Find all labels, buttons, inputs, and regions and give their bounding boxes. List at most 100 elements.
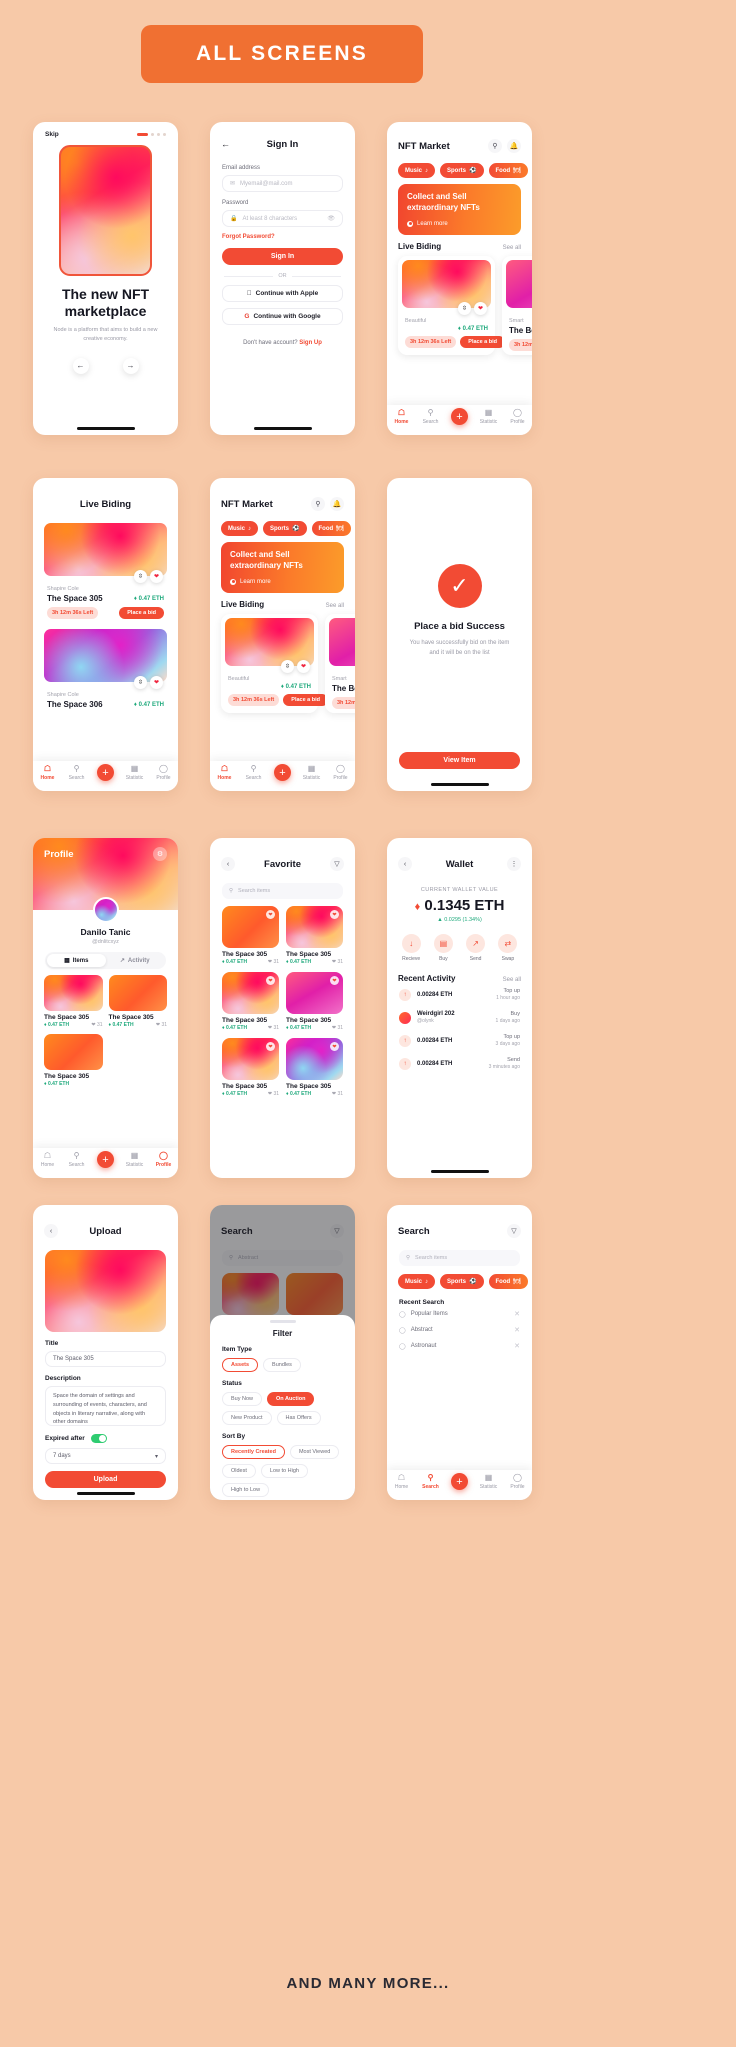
buy-button[interactable]: ▤ Buy xyxy=(433,934,453,962)
upload-preview[interactable] xyxy=(45,1250,166,1332)
promo-banner[interactable]: Collect and Sell extraordinary NFTs Lear… xyxy=(398,184,521,235)
sort-oldest[interactable]: Oldest xyxy=(222,1464,256,1478)
expired-toggle[interactable] xyxy=(90,1434,107,1443)
heart-icon[interactable]: ❤ xyxy=(330,1042,339,1051)
nft-grid-item[interactable]: The Space 305 ♦ 0.47 ETH ❤ 31 xyxy=(108,975,167,1028)
chip-food[interactable]: Food 🍽 xyxy=(488,163,528,178)
sort-low-to-high[interactable]: Low to High xyxy=(260,1464,308,1478)
search-icon[interactable]: ⚲ xyxy=(311,497,325,511)
arrow-left-icon[interactable]: ← xyxy=(221,139,230,149)
filter-buy-now[interactable]: Buy Now xyxy=(222,1392,263,1406)
arrow-left-icon[interactable]: ‹ xyxy=(44,1224,58,1238)
activity-row[interactable]: Weirdgirl 202 @olynk Buy 1 days ago xyxy=(387,1006,532,1029)
tab-profile[interactable]: ◯ Profile xyxy=(506,409,530,426)
nft-card[interactable]: Smart The Beauty 3h 12m 36s Left xyxy=(325,613,355,713)
heart-icon[interactable]: ❤ xyxy=(266,910,275,919)
share-icon[interactable]: ⇳ xyxy=(458,301,471,315)
bell-icon[interactable]: 🔔 xyxy=(330,497,344,511)
continue-google-button[interactable]: G Continue with Google xyxy=(222,308,343,325)
tab-activity[interactable]: ↗ Activity xyxy=(106,954,165,967)
description-input[interactable]: Space the domain of settings and surroun… xyxy=(45,1386,166,1426)
nft-grid-item[interactable]: The Space 305 ♦ 0.47 ETH ❤ 31 xyxy=(44,975,103,1028)
heart-icon[interactable]: ❤ xyxy=(150,570,163,583)
tab-add[interactable]: + xyxy=(448,408,472,425)
sort-high-to-low[interactable]: High to Low xyxy=(222,1483,270,1497)
heart-icon[interactable]: ❤ xyxy=(266,1042,275,1051)
tab-profile[interactable]: ◯ Profile xyxy=(329,765,353,782)
heart-icon[interactable]: ❤ xyxy=(330,910,339,919)
signin-button[interactable]: Sign In xyxy=(222,248,343,265)
share-icon[interactable]: ⇳ xyxy=(281,659,294,673)
sheet-grabber[interactable] xyxy=(269,1320,296,1323)
gear-icon[interactable]: ⚙ xyxy=(153,847,167,861)
see-all-link[interactable]: See all xyxy=(503,245,521,251)
tab-add[interactable]: + xyxy=(448,1473,472,1490)
password-field[interactable]: 🔒 At least 8 characters 👁 xyxy=(222,210,343,227)
tab-add[interactable]: + xyxy=(94,1151,118,1168)
tab-statistic[interactable]: ▦ Statistic xyxy=(123,765,147,782)
tab-profile[interactable]: ◯ Profile xyxy=(506,1474,530,1491)
promo-banner[interactable]: Collect and Sell extraordinary NFTs Lear… xyxy=(221,542,344,593)
filter-has-offers[interactable]: Has Offers xyxy=(276,1411,321,1425)
email-field[interactable]: ✉ Myemail@mail.com xyxy=(222,175,343,192)
heart-icon[interactable]: ❤ xyxy=(474,301,487,315)
chip-music[interactable]: Music ♪ xyxy=(398,163,436,178)
nft-card[interactable]: ⇳ ❤ Shapire Cole The Space 305 ♦ 0.47 ET… xyxy=(44,523,167,619)
nft-grid-item[interactable]: The Space 305 ♦ 0.47 ETH xyxy=(44,1034,103,1087)
activity-row[interactable]: ↑ 0.00284 ETH Top up 1 hour ago xyxy=(387,983,532,1006)
heart-icon[interactable]: ❤ xyxy=(266,976,275,985)
skip-button[interactable]: Skip xyxy=(45,131,59,138)
search-input[interactable]: ⚲ Search items xyxy=(222,883,343,899)
nft-grid-item[interactable]: ❤ The Space 305 ♦ 0.47 ETH ❤ 31 xyxy=(286,972,343,1031)
arrow-right-icon[interactable]: → xyxy=(122,357,139,374)
tab-search[interactable]: ⚲ Search xyxy=(242,765,266,782)
sort-most-viewed[interactable]: Most Viewed xyxy=(289,1445,340,1459)
place-bid-button[interactable]: Place a bid xyxy=(283,693,329,706)
filter-bundles[interactable]: Bundles xyxy=(263,1358,301,1372)
tab-statistic[interactable]: ▦ Statistic xyxy=(123,1152,147,1169)
tab-statistic[interactable]: ▦ Statistic xyxy=(477,1474,501,1491)
more-vertical-icon[interactable]: ⋮ xyxy=(507,857,521,871)
recent-search-row[interactable]: ◯ Popular Items ✕ xyxy=(387,1306,532,1322)
chip-sports[interactable]: Sports ⚽ xyxy=(263,521,307,536)
chip-sports[interactable]: Sports ⚽ xyxy=(440,1274,484,1289)
chip-food[interactable]: Food 🍽 xyxy=(311,521,351,536)
filter-icon[interactable]: ▽ xyxy=(507,1224,521,1238)
close-icon[interactable]: ✕ xyxy=(514,1342,520,1350)
expired-select[interactable]: 7 days ▾ xyxy=(45,1448,166,1464)
sort-recently-created[interactable]: Recently Created xyxy=(222,1445,285,1459)
chip-sports[interactable]: Sports ⚽ xyxy=(440,163,484,178)
tab-search[interactable]: ⚲ Search xyxy=(419,409,443,426)
eye-off-icon[interactable]: 👁 xyxy=(327,215,335,222)
upload-button[interactable]: Upload xyxy=(45,1471,166,1488)
filter-icon[interactable]: ▽ xyxy=(330,857,344,871)
tab-home[interactable]: ☖ Home xyxy=(390,409,414,426)
tab-search[interactable]: ⚲ Search xyxy=(65,1152,89,1169)
see-all-link[interactable]: See all xyxy=(503,977,521,983)
tab-statistic[interactable]: ▦ Statistic xyxy=(300,765,324,782)
arrow-left-icon[interactable]: ‹ xyxy=(221,857,235,871)
tab-home[interactable]: ☖ Home xyxy=(213,765,237,782)
nft-grid-item[interactable]: ❤ The Space 305 ♦ 0.47 ETH ❤ 31 xyxy=(222,906,279,965)
chip-music[interactable]: Music ♪ xyxy=(221,521,259,536)
tab-profile[interactable]: ◯ Profile xyxy=(152,765,176,782)
tab-search[interactable]: ⚲ Search xyxy=(65,765,89,782)
forgot-password-link[interactable]: Forgot Password? xyxy=(210,234,355,240)
chip-music[interactable]: Music ♪ xyxy=(398,1274,436,1289)
heart-icon[interactable]: ❤ xyxy=(330,976,339,985)
recent-search-row[interactable]: ◯ Abstract ✕ xyxy=(387,1322,532,1338)
close-icon[interactable]: ✕ xyxy=(514,1326,520,1334)
continue-apple-button[interactable]:  Continue with Apple xyxy=(222,285,343,302)
send-button[interactable]: ↗ Send xyxy=(466,934,486,962)
signup-link[interactable]: Sign Up xyxy=(299,340,322,346)
nft-card[interactable]: ⇳ ❤ Shapire Cole The Space 306 ♦ 0.47 ET… xyxy=(44,629,167,709)
search-input[interactable]: ⚲ Search items xyxy=(399,1250,520,1266)
search-icon[interactable]: ⚲ xyxy=(488,139,502,153)
share-icon[interactable]: ⇳ xyxy=(134,570,147,583)
tab-statistic[interactable]: ▦ Statistic xyxy=(477,409,501,426)
nft-card[interactable]: Smart The Beauty 3h 12m 36s Left xyxy=(502,255,532,355)
tab-search[interactable]: ⚲ Search xyxy=(419,1474,443,1491)
filter-assets[interactable]: Assets xyxy=(222,1358,259,1372)
tab-home[interactable]: ☖ Home xyxy=(390,1474,414,1491)
tab-home[interactable]: ☖ Home xyxy=(36,1152,60,1169)
